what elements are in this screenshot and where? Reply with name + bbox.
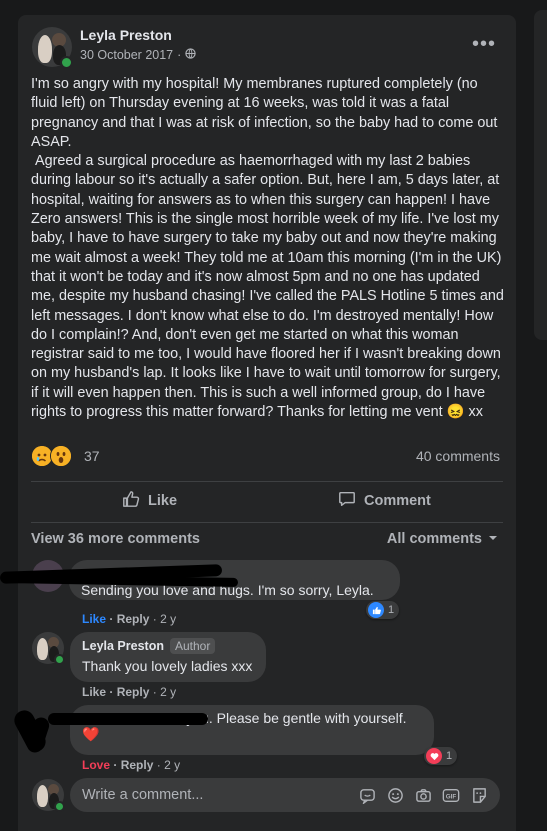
gif-icon[interactable]: GIF xyxy=(442,786,460,804)
wow-reaction-icon xyxy=(50,445,72,467)
post-meta: 30 October 2017 · xyxy=(80,48,196,62)
comment-reaction-badge[interactable]: 1 xyxy=(424,747,458,765)
like-reaction-icon xyxy=(368,602,384,618)
comment-reply-link[interactable]: Reply xyxy=(121,758,154,772)
thumbs-up-icon xyxy=(122,490,140,512)
comment-timestamp[interactable]: 2 y xyxy=(160,685,176,699)
sad-reaction-icon xyxy=(32,446,52,466)
svg-text:GIF: GIF xyxy=(446,793,457,800)
emoji-icon[interactable] xyxy=(386,786,404,804)
post-card: Leyla Preston 30 October 2017 · ••• I'm … xyxy=(0,15,516,831)
online-status-indicator xyxy=(60,56,73,69)
comment-input-placeholder: Write a comment... xyxy=(82,787,204,803)
comment-author-name[interactable]: Leyla Preston xyxy=(82,639,164,653)
love-reaction-icon xyxy=(426,748,442,764)
comment-love-link[interactable]: Love xyxy=(82,758,110,772)
comment-text: Thank you lovely ladies xxx xyxy=(82,658,253,674)
comment-count-link[interactable]: 40 comments xyxy=(416,448,500,464)
post-body-text: I'm so angry with my hospital! My membra… xyxy=(31,76,504,421)
comment-reaction-badge[interactable]: 1 xyxy=(366,601,400,619)
comment-like-link[interactable]: Like xyxy=(82,685,106,699)
camera-icon[interactable] xyxy=(414,786,432,804)
comment-reply-link[interactable]: Reply xyxy=(117,685,150,699)
redaction-scribble xyxy=(48,713,208,725)
divider xyxy=(31,481,503,482)
like-button-label: Like xyxy=(148,493,178,509)
comment-actions: Like · Reply · 2 y xyxy=(82,612,177,626)
comment-reaction-count: 1 xyxy=(446,750,453,762)
reaction-summary[interactable]: 37 xyxy=(32,445,100,467)
reaction-count: 37 xyxy=(84,448,100,464)
comment-button[interactable]: Comment xyxy=(338,490,431,512)
divider xyxy=(31,522,503,523)
meta-separator: · xyxy=(177,48,182,62)
comment-button-label: Comment xyxy=(364,493,431,509)
online-status-indicator xyxy=(54,654,65,665)
comment-reply-link[interactable]: Reply xyxy=(117,612,150,626)
comment-actions: Love · Reply · 2 y xyxy=(82,758,181,772)
online-status-indicator xyxy=(54,801,65,812)
author-badge: Author xyxy=(169,638,216,654)
post-author-name[interactable]: Leyla Preston xyxy=(80,27,172,43)
side-panel-edge xyxy=(534,10,547,340)
post-date[interactable]: 30 October 2017 xyxy=(80,48,173,62)
view-more-comments-link[interactable]: View 36 more comments xyxy=(31,531,200,547)
comment-reaction-count: 1 xyxy=(388,604,395,616)
globe-icon xyxy=(185,48,196,62)
comment-like-link[interactable]: Like xyxy=(82,612,106,626)
post-menu-button[interactable]: ••• xyxy=(472,33,496,56)
comment-sort-label: All comments xyxy=(386,531,482,547)
sticker-face-icon[interactable] xyxy=(470,786,488,804)
composer-toolbar: GIF xyxy=(358,786,488,804)
comment-bubble-icon xyxy=(338,490,356,512)
comment-timestamp[interactable]: 2 y xyxy=(164,758,180,772)
comment-sort-dropdown[interactable]: All comments xyxy=(387,531,498,547)
comment-input[interactable]: Write a comment... GIF xyxy=(70,778,500,812)
like-button[interactable]: Like xyxy=(122,490,177,512)
caret-down-icon xyxy=(488,531,498,547)
comment-timestamp[interactable]: 2 y xyxy=(160,612,176,626)
comment-actions: Like · Reply · 2 y xyxy=(82,685,177,699)
comment-bubble: Leyla Preston Author Thank you lovely la… xyxy=(70,632,266,682)
sticker-icon[interactable] xyxy=(358,786,376,804)
